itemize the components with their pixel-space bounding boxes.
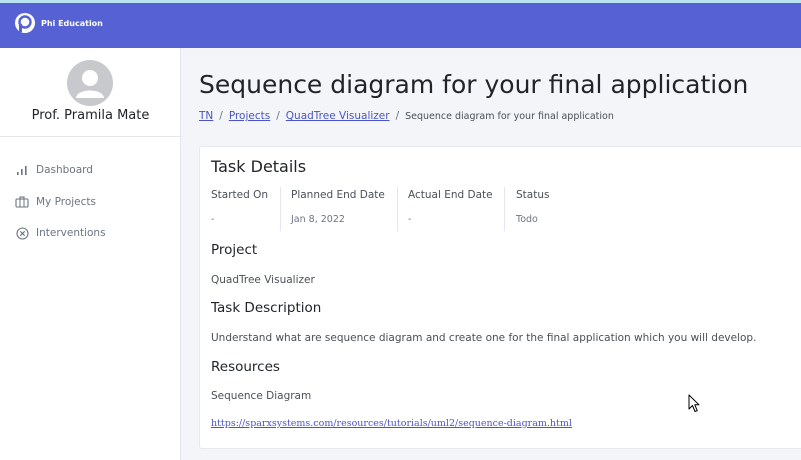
breadcrumb-link-tn[interactable]: TN <box>199 110 213 122</box>
user-avatar-icon <box>76 70 104 98</box>
page-title: Sequence diagram for your final applicat… <box>199 70 749 99</box>
breadcrumb-separator: / <box>276 110 280 122</box>
project-heading: Project <box>211 242 258 258</box>
breadcrumb-link-projects[interactable]: Projects <box>229 110 270 122</box>
field-divider <box>504 187 505 231</box>
top-bar: Phi Education <box>0 0 801 48</box>
resource-name: Sequence Diagram <box>211 390 312 402</box>
field-value: Jan 8, 2022 <box>291 214 345 225</box>
task-description: Understand what are sequence diagram and… <box>211 332 757 344</box>
resource-link[interactable]: https://sparxsystems.com/resources/tutor… <box>211 418 572 429</box>
sidebar-item-label: My Projects <box>36 195 97 208</box>
field-value: - <box>211 214 215 225</box>
sidebar-nav: Dashboard My Projects Interventions <box>15 160 106 255</box>
bar-chart-icon <box>15 163 29 177</box>
sidebar-divider <box>0 136 181 137</box>
brand-name: Phi Education <box>41 18 103 28</box>
brand[interactable]: Phi Education <box>14 12 103 34</box>
breadcrumb: TN / Projects / QuadTree Visualizer / Se… <box>199 110 614 122</box>
field-label: Status <box>516 189 550 201</box>
task-description-heading: Task Description <box>211 300 322 316</box>
project-name: QuadTree Visualizer <box>211 274 315 286</box>
phi-logo-icon <box>15 13 35 33</box>
field-label: Actual End Date <box>408 189 493 201</box>
sidebar-item-label: Interventions <box>36 227 106 239</box>
sidebar-item-label: Dashboard <box>36 164 93 176</box>
breadcrumb-separator: / <box>395 110 400 122</box>
profile-name: Prof. Pramila Mate <box>31 108 150 123</box>
sidebar: Prof. Pramila Mate Dashboard My Projects… <box>0 48 181 460</box>
field-divider <box>397 187 398 231</box>
field-label: Started On <box>211 189 269 201</box>
actual-end-date-field: Actual End Date - <box>408 189 493 233</box>
field-divider <box>280 187 281 231</box>
status-value: Todo <box>516 214 538 225</box>
mouse-cursor-icon <box>688 394 700 412</box>
briefcase-icon <box>15 195 29 209</box>
sidebar-item-my-projects[interactable]: My Projects <box>15 192 106 212</box>
task-details-heading: Task Details <box>211 157 307 176</box>
field-value: - <box>408 214 412 225</box>
resources-heading: Resources <box>211 359 280 375</box>
breadcrumb-current: Sequence diagram for your final applicat… <box>405 110 614 122</box>
status-field: Status Todo <box>516 189 549 233</box>
task-details-card: Task Details Started On - Planned End Da… <box>199 146 801 449</box>
sidebar-item-dashboard[interactable]: Dashboard <box>15 160 106 180</box>
started-on-field: Started On - <box>211 189 268 233</box>
field-label: Planned End Date <box>291 189 385 201</box>
sidebar-item-interventions[interactable]: Interventions <box>15 223 106 243</box>
breadcrumb-link-project[interactable]: QuadTree Visualizer <box>286 110 390 122</box>
avatar[interactable] <box>67 60 113 106</box>
breadcrumb-separator: / <box>219 110 223 122</box>
planned-end-date-field: Planned End Date Jan 8, 2022 <box>291 189 385 233</box>
circle-x-icon <box>15 226 29 240</box>
